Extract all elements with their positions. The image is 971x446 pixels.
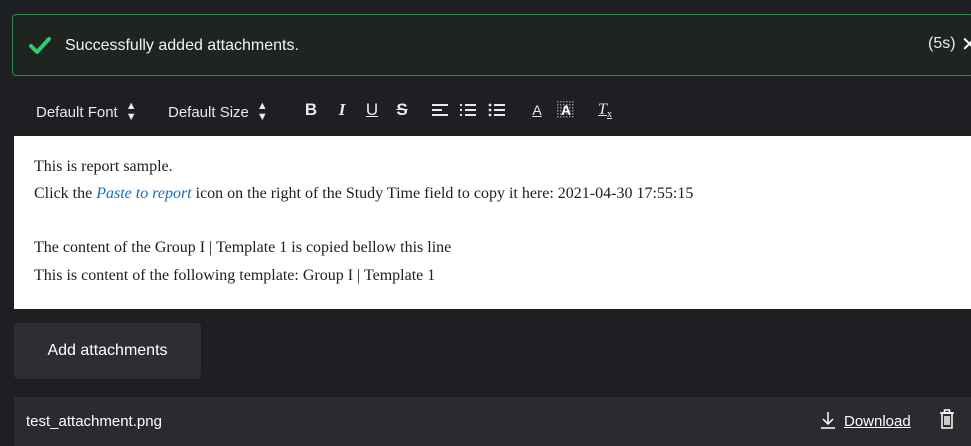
editor-line-2-suffix: icon on the right of the Study Time fiel…	[191, 185, 694, 202]
align-button[interactable]	[430, 99, 450, 121]
clear-format-icon: T	[598, 101, 607, 118]
check-icon	[29, 37, 51, 55]
bold-icon: B	[304, 100, 318, 119]
highlight-icon: A	[557, 101, 575, 119]
close-icon[interactable]: ✕	[961, 32, 971, 57]
attachment-row: test_attachment.png Download	[14, 397, 971, 446]
ordered-list-button[interactable]	[458, 99, 478, 121]
svg-text:A: A	[561, 102, 571, 118]
strikethrough-icon: S	[396, 100, 408, 119]
underline-button[interactable]: U	[362, 99, 382, 121]
align-icon	[431, 102, 449, 118]
font-family-select[interactable]: Default Font ▲ ▼	[36, 101, 137, 123]
sort-arrows-icon: ▲ ▼	[125, 100, 137, 123]
italic-icon: I	[338, 100, 346, 119]
clear-format-button[interactable]: Tx	[595, 99, 615, 121]
editor-line-2: Click the Paste to report icon on the ri…	[34, 185, 693, 203]
trash-icon[interactable]	[939, 409, 955, 433]
bold-button[interactable]: B	[301, 99, 321, 121]
editor-line-3: The content of the Group I | Template 1 …	[34, 239, 452, 256]
editor-line-1: This is report sample.	[34, 158, 173, 175]
font-color-button[interactable]: A	[527, 99, 547, 121]
attachment-filename: test_attachment.png	[26, 413, 162, 430]
toast-message: Successfully added attachments.	[65, 37, 299, 54]
font-color-icon: A	[532, 102, 542, 118]
editor-toolbar: Default Font ▲ ▼ Default Size ▲ ▼ B I U S …	[12, 88, 971, 134]
font-size-label: Default Size	[168, 103, 249, 121]
sort-arrows-icon: ▲ ▼	[256, 100, 268, 123]
unordered-list-button[interactable]	[487, 99, 507, 121]
unordered-list-icon	[488, 102, 506, 118]
success-toast: Successfully added attachments. (5s) ✕	[12, 14, 971, 76]
strikethrough-button[interactable]: S	[392, 99, 412, 121]
download-icon[interactable]	[820, 411, 836, 433]
italic-button[interactable]: I	[332, 99, 352, 121]
toast-countdown: (5s)	[928, 35, 956, 52]
editor-line-4: This is content of the following templat…	[34, 267, 436, 284]
editor-line-2-prefix: Click the	[34, 185, 97, 202]
paste-to-report-link[interactable]: Paste to report	[96, 185, 191, 202]
font-size-select[interactable]: Default Size ▲ ▼	[168, 101, 268, 123]
font-family-label: Default Font	[36, 103, 118, 121]
underline-icon: U	[365, 100, 379, 119]
clear-x-icon: x	[606, 108, 612, 120]
report-editor[interactable]: This is report sample. Click the Paste t…	[14, 136, 971, 309]
download-link[interactable]: Download	[844, 413, 911, 430]
add-attachments-button[interactable]: Add attachments	[14, 323, 201, 379]
ordered-list-icon	[459, 102, 477, 118]
highlight-button[interactable]: A	[556, 99, 576, 121]
